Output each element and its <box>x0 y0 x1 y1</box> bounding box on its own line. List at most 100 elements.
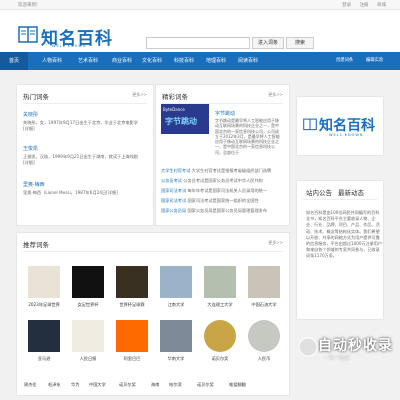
news-tag[interactable]: 公务员考试 <box>161 178 182 183</box>
watermark-text: 自动秒收录 <box>318 338 393 354</box>
news-text: 每年年考试是国家司法机关人员录用的统一 <box>187 188 268 193</box>
nav-art[interactable]: 艺术百科 <box>78 52 98 70</box>
header: 知名百科 WELL KNOWN 进入词条 搜索 <box>0 10 400 52</box>
recommend-label: 中国石油大学 <box>251 302 277 307</box>
featured-more-link[interactable]: 更多>> <box>268 92 283 98</box>
divider <box>303 199 377 200</box>
image-text-top: ByteDance <box>163 107 185 112</box>
hot-entry-name[interactable]: 王俊凯 <box>23 145 38 152</box>
news-text: 国家司法考试是国家统一组织的全国性 <box>187 198 259 203</box>
watermark-subtext: 一 天 一 收 录 <box>324 355 350 360</box>
recommend-label: 2023年足球世界 <box>28 302 60 307</box>
create-entry-link[interactable]: 创建词条 <box>336 52 353 70</box>
featured-title: 精彩词条 <box>162 93 188 101</box>
news-line[interactable]: 公务员考试 公务员考试是国家公务员考试中华人民共和 <box>161 178 285 184</box>
search-button[interactable]: 搜索 <box>286 37 314 49</box>
nav-culture[interactable]: 文化百科 <box>142 52 162 70</box>
register-link[interactable]: 注册 <box>360 3 369 8</box>
news-line[interactable]: 国家公务员局 国家公务员局是国家公务员局管理管理发布 <box>161 208 285 214</box>
bottom-link[interactable]: 诺贝尔奖 <box>119 382 136 388</box>
news-text: 大学生村官考试是指报考省级组织部门选聘 <box>191 168 272 173</box>
side-logo: 知名百科 WELL KNOWN <box>296 96 384 156</box>
university-gate-image <box>204 266 236 298</box>
featured-item-desc: 字节跳动是最早将人工智能应用于移动互联网场景的科技企业之一，是中国北京的一家信息… <box>215 118 280 155</box>
logo-sub: WELL KNOWN <box>52 44 87 48</box>
recommend-title: 推荐词条 <box>23 241 49 249</box>
hot-entry-desc: 王俊凯，汉族，1999年9月21日出生于湖南，就读于上海戏剧[详细] <box>23 154 138 165</box>
nav-home[interactable]: 首页 <box>0 52 28 70</box>
bottom-link[interactable]: 华为 <box>71 382 79 388</box>
enter-entry-button[interactable]: 进入词条 <box>252 37 284 49</box>
recommend-label: 诺贝尔奖 <box>211 356 229 361</box>
bottom-link[interactable]: 中国大学 <box>89 382 106 388</box>
bottom-link[interactable]: 唯爱翻翻 <box>229 382 246 388</box>
bottom-link[interactable]: 周杰伦 <box>24 382 37 388</box>
news-text: 国家公务员局是国家公务员局管理管理发布 <box>187 208 268 213</box>
nav-reading[interactable]: 阅读百科 <box>238 52 258 70</box>
bottom-link[interactable]: 海南 <box>151 382 159 388</box>
alibaba-image <box>116 320 148 352</box>
hot-entry-desc: 关晓彤，女，1997年9月17日出生于北京，毕业于北京电影学[详细] <box>23 120 138 131</box>
recommend-label: 亚马逊 <box>37 356 51 361</box>
nav-people[interactable]: 人物百科 <box>42 52 62 70</box>
football-image <box>28 266 60 298</box>
hot-entry-name[interactable]: 里奥·梅西 <box>23 181 45 188</box>
top-bar: 欢迎来到! 登录 注册 商城 <box>0 0 400 10</box>
search-input[interactable] <box>146 37 250 49</box>
tab-news[interactable]: 最新动态 <box>338 187 364 197</box>
newspaper-image <box>72 320 104 352</box>
nav-business[interactable]: 商业百科 <box>112 52 132 70</box>
tab-announcements[interactable]: 站内公告 <box>306 187 332 197</box>
main-nav: 首页 人物百科 艺术百科 商业百科 文化百科 科技百科 地理百科 阅读百科 创建… <box>0 52 400 70</box>
campus-image <box>160 266 192 298</box>
featured-item-title[interactable]: 字节跳动 <box>215 110 235 117</box>
side-logo-sub: WELL KNOWN <box>329 133 364 137</box>
watermark-logo-icon <box>298 337 318 357</box>
bottom-link[interactable]: 哈尔滨 <box>169 382 182 388</box>
news-tag[interactable]: 国家司法考试 <box>161 188 186 193</box>
building-image <box>248 266 280 298</box>
news-tag[interactable]: 国家司法考试 <box>161 198 186 203</box>
recommend-label: 人民日报 <box>79 356 97 361</box>
news-text: 公务员考试是国家公务员考试中华人民共和 <box>183 178 263 183</box>
bottom-link[interactable]: 诺贝尔奖 <box>197 382 214 388</box>
book-icon <box>303 118 317 131</box>
hot-entry-name[interactable]: 关晓彤 <box>23 111 38 118</box>
bottom-link[interactable]: 毛泽东 <box>48 382 61 388</box>
recommend-label: 江南大学 <box>167 302 185 307</box>
edit-lab-link[interactable]: 编辑实验 <box>366 52 383 70</box>
university-image <box>160 320 192 352</box>
recommend-label: 人民币 <box>257 356 271 361</box>
hot-entry-desc: 里奥·梅西（Lionel Messi，1987年6月24日[详细] <box>23 190 118 195</box>
side-logo-brand: 知名百科 <box>319 118 375 134</box>
top-links: 登录 注册 商城 <box>335 2 386 8</box>
news-tag[interactable]: 大学生村官考试 <box>161 168 190 173</box>
recommend-label: 华南大学 <box>167 356 185 361</box>
divider <box>23 251 283 252</box>
welcome-text: 欢迎来到! <box>18 3 38 8</box>
news-line[interactable]: 国家司法考试 国家司法考试是国家统一组织的全国性 <box>161 198 285 204</box>
image-text-main: 字节跳动 <box>165 117 197 126</box>
nav-tech[interactable]: 科技百科 <box>174 52 194 70</box>
trophy-image <box>116 266 148 298</box>
divider <box>23 103 147 104</box>
bytedance-image[interactable]: ByteDance 字节跳动 <box>161 104 209 134</box>
recommend-panel: 推荐词条 更多>> <box>16 232 290 396</box>
fifa-womens-image <box>72 266 104 298</box>
mall-link[interactable]: 商城 <box>377 3 386 8</box>
watermark: 自动秒收录 一 天 一 收 录 <box>298 331 394 373</box>
nobel-medal-image <box>204 320 236 352</box>
news-line[interactable]: 大学生村官考试 大学生村官考试是指报考省级组织部门选聘 <box>161 168 285 174</box>
recommend-label: 世界杯足球赛 <box>119 302 145 307</box>
hot-panel: 热门词条 更多>> 关晓彤 关晓彤，女，1997年9月17日出生于北京，毕业于北… <box>16 84 154 226</box>
rmb-coin-image <box>248 320 280 352</box>
login-link[interactable]: 登录 <box>342 3 351 8</box>
recommend-label: 女足世界杯 <box>77 302 99 307</box>
nav-geo[interactable]: 地理百科 <box>206 52 226 70</box>
hot-title: 热门词条 <box>23 93 49 101</box>
amazon-image <box>28 320 60 352</box>
recommend-more-link[interactable]: 更多>> <box>268 240 283 246</box>
news-line[interactable]: 国家司法考试 每年年考试是国家司法机关人员录用的统一 <box>161 188 285 194</box>
hot-more-link[interactable]: 更多>> <box>132 92 147 98</box>
news-tag[interactable]: 国家公务员局 <box>161 208 186 213</box>
